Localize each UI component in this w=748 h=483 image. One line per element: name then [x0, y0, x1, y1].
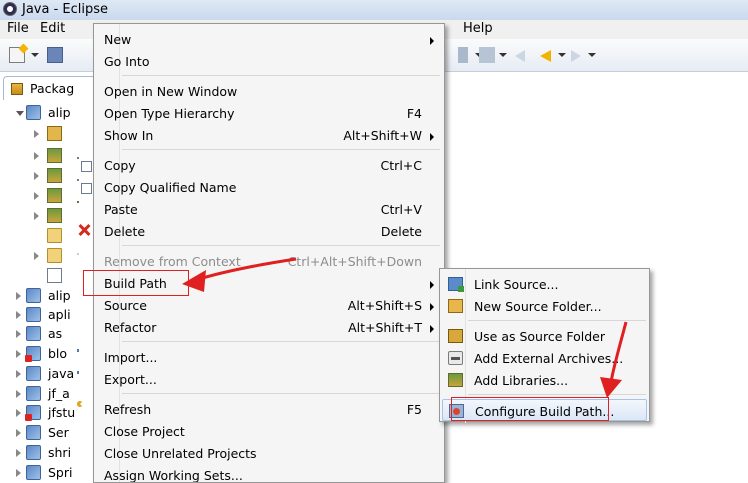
annotation-arrow-down — [609, 321, 628, 383]
delete-icon — [77, 223, 91, 237]
annotation-arrow-left — [195, 257, 297, 282]
refresh-icon — [77, 401, 83, 407]
remove-context-icon — [77, 253, 79, 255]
paste-icon — [77, 201, 88, 214]
annotation-arrowhead-left — [182, 270, 206, 292]
import-icon — [77, 349, 79, 352]
copy-qualified-icon — [77, 179, 92, 194]
annotation-arrows — [182, 257, 628, 398]
export-icon — [77, 371, 79, 374]
copy-icon — [77, 157, 92, 172]
annotation-arrowhead-down — [600, 377, 622, 398]
